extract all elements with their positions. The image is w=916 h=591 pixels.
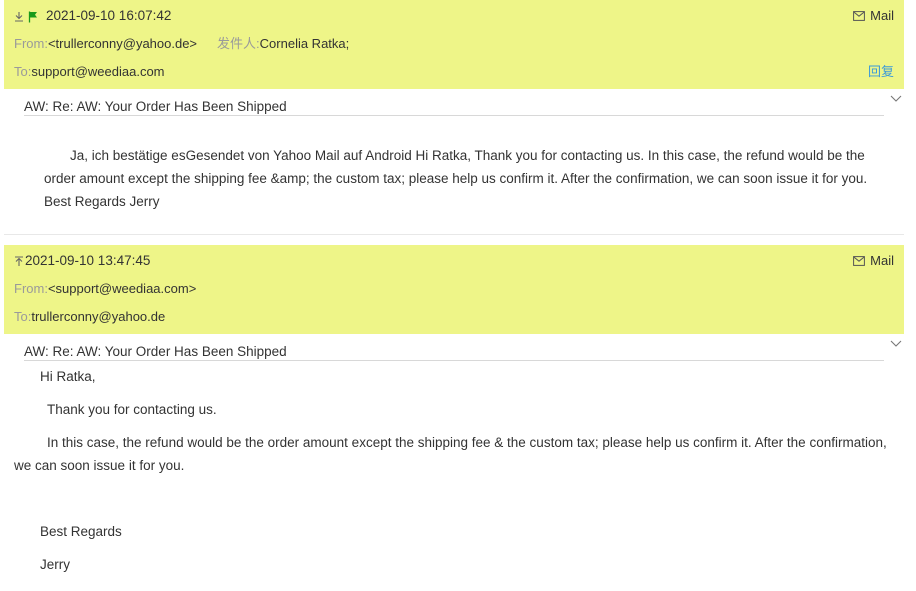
body-regards: Best Regards — [40, 524, 122, 539]
sender-label: 发件人: — [217, 36, 260, 51]
body-signature: Jerry — [40, 557, 70, 572]
message-body: Ja, ich bestätige esGesendet von Yahoo M… — [44, 148, 868, 209]
upload-arrow-icon — [15, 256, 23, 267]
from-label: From: — [14, 36, 48, 51]
body-greeting: Hi Ratka, — [40, 369, 96, 384]
message-header: 2021-09-10 16:07:42 Mail From:<trullerco… — [4, 0, 904, 89]
mail-tag-label: Mail — [870, 8, 894, 23]
to-address[interactable]: support@weediaa.com — [31, 64, 164, 79]
from-row: From:<trullerconny@yahoo.de> 发件人:Cornelia… — [14, 34, 349, 54]
from-row: From:<support@weediaa.com> — [14, 279, 196, 299]
chevron-down-icon[interactable] — [890, 340, 902, 348]
flag-icon[interactable] — [28, 11, 38, 23]
mail-tag[interactable]: Mail — [853, 251, 894, 271]
from-address[interactable]: <support@weediaa.com> — [48, 281, 196, 296]
envelope-icon — [853, 256, 866, 266]
message-date: 2021-09-10 16:07:42 — [46, 8, 172, 23]
reply-link[interactable]: 回复 — [868, 62, 894, 82]
header-date-row: 2021-09-10 13:47:45 — [14, 251, 150, 271]
chevron-down-icon[interactable] — [890, 95, 902, 103]
subject-bar: AW: Re: AW: Your Order Has Been Shipped — [24, 89, 902, 116]
header-date-row: 2021-09-10 16:07:42 — [14, 6, 171, 26]
message-header: 2021-09-10 13:47:45 Mail From:<support@w… — [4, 245, 904, 334]
message-subject: AW: Re: AW: Your Order Has Been Shipped — [24, 344, 287, 359]
email-message-1: 2021-09-10 16:07:42 Mail From:<trullerco… — [4, 0, 904, 213]
email-message-2: 2021-09-10 13:47:45 Mail From:<support@w… — [4, 245, 904, 572]
envelope-icon — [853, 11, 866, 21]
body-refund: In this case, the refund would be the or… — [14, 435, 887, 473]
message-subject: AW: Re: AW: Your Order Has Been Shipped — [24, 99, 287, 114]
message-divider — [4, 234, 904, 235]
mail-tag-label: Mail — [870, 253, 894, 268]
message-date: 2021-09-10 13:47:45 — [25, 253, 151, 268]
from-label: From: — [14, 281, 48, 296]
to-row: To:trullerconny@yahoo.de — [14, 307, 165, 327]
to-label: To: — [14, 309, 32, 324]
subject-bar: AW: Re: AW: Your Order Has Been Shipped — [24, 334, 902, 361]
sender-name: Cornelia Ratka; — [259, 36, 350, 51]
download-arrow-icon — [15, 12, 23, 22]
mail-tag[interactable]: Mail — [853, 6, 894, 26]
to-address[interactable]: trullerconny@yahoo.de — [31, 309, 165, 324]
body-thanks: Thank you for contacting us. — [47, 402, 217, 417]
from-address[interactable]: <trullerconny@yahoo.de> — [48, 36, 197, 51]
to-row: To:support@weediaa.com — [14, 62, 165, 82]
to-label: To: — [14, 64, 32, 79]
